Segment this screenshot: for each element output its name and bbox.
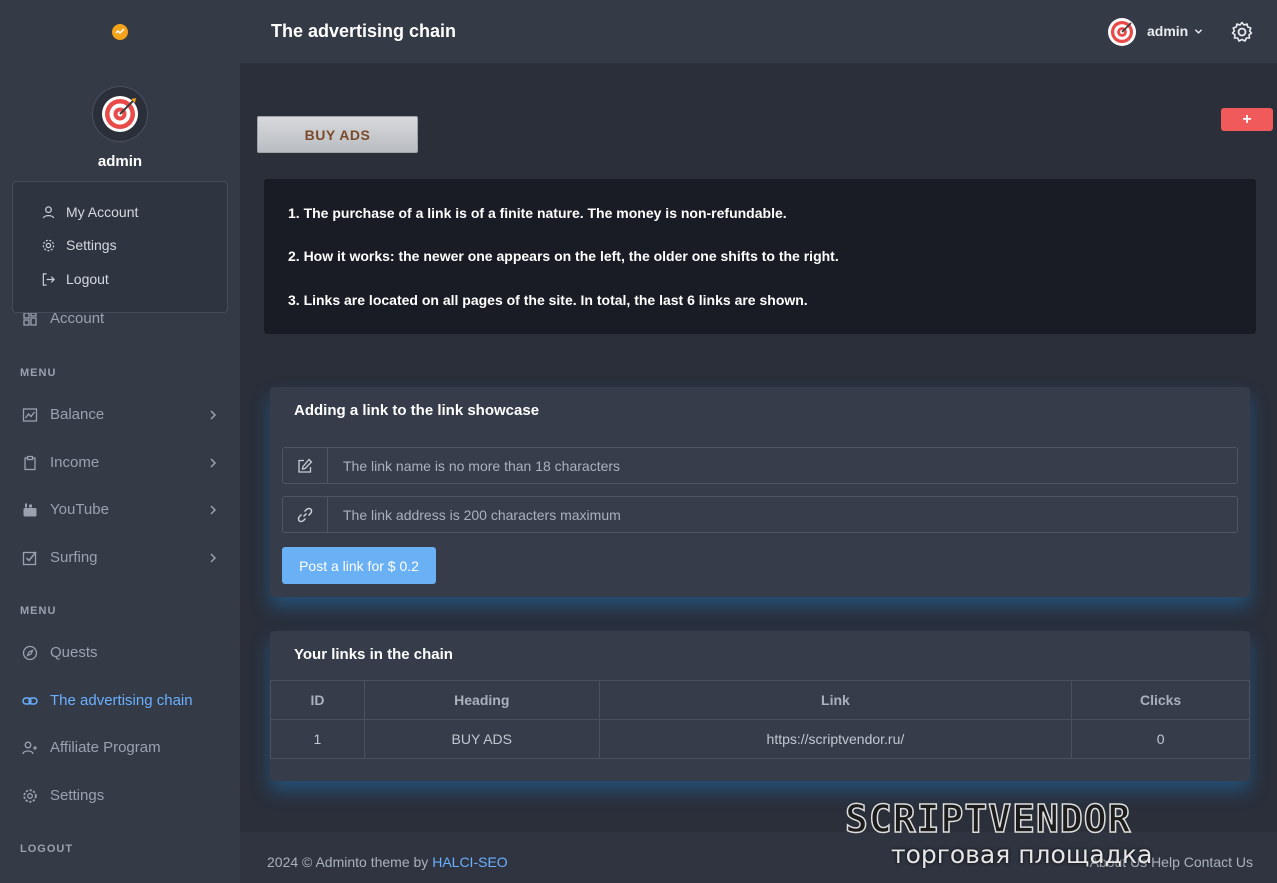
table-cell: 1 [270, 719, 365, 759]
edit-icon [283, 448, 328, 483]
table-cell: 0 [1071, 719, 1250, 759]
card-title: Adding a link to the link showcase [294, 402, 540, 419]
dropdown-label: My Account [66, 204, 139, 220]
header-avatar[interactable] [1108, 18, 1136, 46]
dropdown-item-settings[interactable]: Settings [41, 237, 117, 253]
topbar: The advertising chain admin [240, 0, 1277, 64]
avatar[interactable] [92, 86, 148, 142]
sidebar-item-settings[interactable]: Settings [22, 787, 218, 804]
post-link-button[interactable]: Post a link for $ 0.2 [282, 547, 436, 584]
sidebar-section-head: LOGOUT [20, 843, 74, 855]
settings-gear-icon[interactable] [1230, 20, 1254, 44]
column-header[interactable]: Link [598, 680, 1073, 720]
watermark-subtitle: торговая площадка [891, 840, 1153, 869]
footer-text: 2024 © Adminto theme by [267, 854, 433, 870]
card-title: Your links in the chain [294, 646, 453, 663]
link-name-group [282, 447, 1238, 484]
links-table: ID Heading Link Clicks 1 BUY ADS https:/… [270, 680, 1250, 759]
sidebar-item-surfing[interactable]: Surfing [22, 549, 218, 566]
rule-text: 2. How it works: the newer one appears o… [288, 248, 839, 264]
add-button[interactable]: + [1221, 108, 1273, 131]
user-menu-toggle[interactable]: admin [1147, 23, 1203, 39]
dropdown-label: Logout [66, 271, 109, 287]
table-cell: BUY ADS [363, 719, 600, 759]
link-address-group [282, 496, 1238, 533]
table-row: 1 BUY ADS https://scriptvendor.ru/ 0 [270, 719, 1250, 759]
page-title: The advertising chain [271, 21, 457, 41]
sidebar-item-label: Affiliate Program [50, 739, 161, 756]
compass-icon [22, 645, 38, 661]
column-header[interactable]: ID [270, 680, 365, 720]
column-header[interactable]: Heading [363, 680, 600, 720]
chart-icon [22, 407, 38, 423]
sidebar-section-head: MENU [20, 605, 57, 617]
link-icon [22, 693, 38, 709]
clipboard-icon [22, 455, 38, 471]
sidebar-section-head: MENU [20, 367, 57, 379]
sidebar-user-name: admin [97, 153, 143, 170]
target-icon [102, 96, 138, 132]
chevron-right-icon [210, 457, 217, 468]
footer-copyright: 2024 © Adminto theme by HALCI-SEO [267, 854, 508, 870]
target-icon [1110, 20, 1134, 44]
sidebar-item-label: Balance [50, 406, 105, 423]
checkbox-icon [22, 550, 38, 566]
dropdown-item-logout[interactable]: Logout [41, 271, 109, 287]
link-icon [283, 497, 328, 532]
sidebar-item-label: Quests [50, 644, 98, 661]
table-header-row: ID Heading Link Clicks [270, 680, 1250, 720]
sidebar-item-advertising-chain[interactable]: The advertising chain [22, 692, 218, 709]
gear-icon [42, 239, 55, 251]
youtube-icon [22, 502, 38, 518]
sidebar: admin My Account Settings Logout Account… [0, 0, 240, 883]
header-user-name: admin [1147, 23, 1189, 39]
watermark-title: SCRIPTVENDOR [844, 796, 1132, 842]
logout-icon [42, 272, 55, 286]
sidebar-item-label: Surfing [50, 549, 98, 566]
sidebar-item-quests[interactable]: Quests [22, 644, 218, 661]
sidebar-item-label: Income [50, 454, 100, 471]
add-link-card: Adding a link to the link showcase Post … [270, 387, 1250, 597]
rule-text: 1. The purchase of a link is of a finite… [288, 205, 787, 221]
gear-icon [22, 788, 38, 804]
chevron-right-icon [210, 552, 217, 563]
sidebar-item-income[interactable]: Income [22, 454, 218, 471]
column-header[interactable]: Clicks [1071, 680, 1250, 720]
user-icon [42, 205, 55, 218]
user-plus-icon [22, 740, 38, 756]
sidebar-item-balance[interactable]: Balance [22, 406, 218, 423]
link-name-input[interactable] [329, 448, 1237, 483]
sidebar-item-affiliate[interactable]: Affiliate Program [22, 739, 218, 756]
logo-icon[interactable] [112, 24, 128, 40]
rules-panel: 1. The purchase of a link is of a finite… [264, 179, 1256, 334]
footer-author-link[interactable]: HALCI-SEO [432, 854, 507, 870]
rule-text: 3. Links are located on all pages of the… [288, 292, 808, 308]
chevron-right-icon [210, 409, 217, 420]
links-table-card: Your links in the chain ID Heading Link … [270, 631, 1250, 781]
link-address-input[interactable] [329, 497, 1237, 532]
chevron-down-icon [1195, 28, 1203, 34]
user-dropdown-menu: My Account Settings Logout [12, 181, 228, 313]
sidebar-item-label: Settings [50, 787, 105, 804]
sidebar-item-youtube[interactable]: YouTube [22, 501, 218, 518]
dropdown-item-my-account[interactable]: My Account [41, 204, 138, 220]
dropdown-label: Settings [66, 237, 117, 253]
chevron-right-icon [210, 504, 217, 515]
sidebar-item-label: YouTube [50, 501, 109, 518]
table-cell[interactable]: https://scriptvendor.ru/ [598, 719, 1073, 759]
sidebar-item-label: The advertising chain [50, 692, 193, 709]
watermark: SCRIPTVENDOR торговая площадка [844, 796, 1265, 877]
buy-ads-button[interactable]: BUY ADS [257, 116, 418, 153]
